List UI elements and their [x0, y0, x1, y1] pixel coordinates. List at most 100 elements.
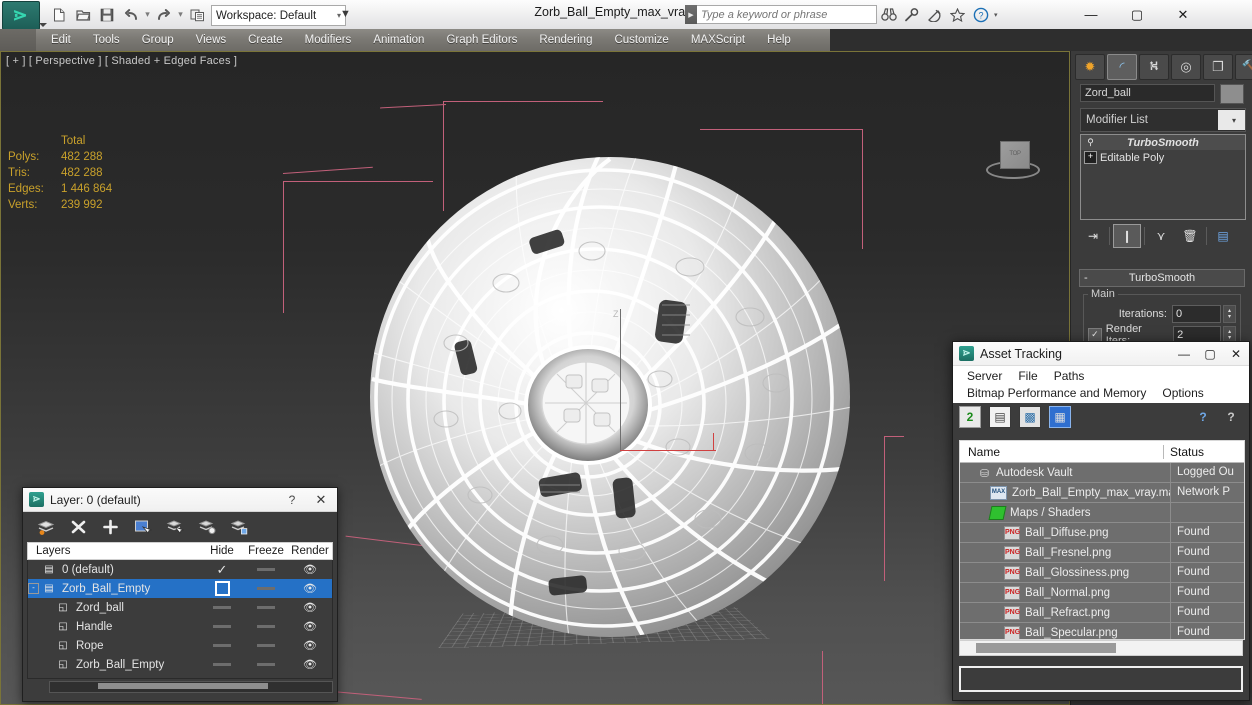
- window-minimize-button[interactable]: —: [1068, 0, 1114, 29]
- asset-row[interactable]: PNG Ball_Specular.png Found: [960, 623, 1244, 639]
- modifier-stack-item[interactable]: + Editable Poly: [1081, 150, 1245, 165]
- layer-hide-cell[interactable]: [200, 644, 244, 647]
- render-eye-icon[interactable]: 👁: [303, 620, 317, 633]
- transform-gizmo-z-axis[interactable]: [620, 309, 621, 451]
- asset-menu-server[interactable]: Server: [959, 369, 1010, 383]
- show-end-result-button[interactable]: ❙: [1113, 224, 1141, 248]
- layer-render-cell[interactable]: 👁: [288, 601, 332, 614]
- add-selection-to-layer-button[interactable]: [197, 518, 216, 537]
- layer-row[interactable]: ◱ Zord_ball 👁: [28, 598, 332, 617]
- render-iters-checkbox[interactable]: ✓: [1088, 327, 1102, 342]
- object-name-field[interactable]: Zord_ball: [1080, 84, 1216, 102]
- asset-tracking-titlebar[interactable]: ⋗ Asset Tracking — ▢ ✕: [953, 342, 1249, 366]
- satellite-dish-icon[interactable]: [924, 4, 945, 25]
- layer-hide-cell[interactable]: [200, 581, 244, 596]
- viewport-label[interactable]: [ + ] [ Perspective ] [ Shaded + Edged F…: [6, 55, 237, 67]
- binoculars-icon[interactable]: [878, 4, 899, 25]
- help-question-icon[interactable]: ?: [1221, 407, 1241, 427]
- rollout-collapse-icon[interactable]: -: [1084, 272, 1088, 284]
- utilities-tab[interactable]: 🔨: [1235, 54, 1252, 80]
- asset-row[interactable]: MAX Zorb_Ball_Empty_max_vray.max Network P: [960, 483, 1244, 503]
- modify-tab[interactable]: ◜: [1107, 54, 1137, 80]
- layer-dialog-help-button[interactable]: ?: [279, 493, 305, 507]
- asset-tracking-maximize-button[interactable]: ▢: [1197, 342, 1223, 365]
- layer-row[interactable]: ◱ Rope 👁: [28, 636, 332, 655]
- layer-freeze-cell[interactable]: [244, 644, 288, 647]
- layer-freeze-cell[interactable]: [244, 587, 288, 590]
- menu-item-maxscript[interactable]: MAXScript: [680, 29, 756, 51]
- layer-freeze-cell[interactable]: [244, 663, 288, 666]
- delete-layer-button[interactable]: [69, 518, 88, 537]
- search-key-icon[interactable]: [901, 4, 922, 25]
- create-new-layer-button[interactable]: [37, 518, 56, 537]
- layer-render-cell[interactable]: 👁: [288, 658, 332, 671]
- help-pointer-icon[interactable]: ?: [1193, 407, 1213, 427]
- asset-row[interactable]: PNG Ball_Fresnel.png Found: [960, 543, 1244, 563]
- layer-render-cell[interactable]: 👁: [288, 582, 332, 595]
- layer-freeze-cell[interactable]: [244, 568, 288, 571]
- modifier-stack-item[interactable]: ⚲ TurboSmooth: [1081, 135, 1245, 150]
- layer-hide-cell[interactable]: ✓: [200, 562, 244, 578]
- render-eye-icon[interactable]: 👁: [303, 563, 317, 576]
- asset-tracking-table[interactable]: Name Status ⛁ Autodesk Vault Logged Ou MAX Z…: [959, 440, 1245, 640]
- object-color-swatch[interactable]: [1220, 84, 1244, 104]
- lightbulb-icon[interactable]: ⚲: [1084, 136, 1097, 149]
- layer-expander-icon[interactable]: -: [28, 583, 39, 594]
- rollout-header[interactable]: - TurboSmooth: [1079, 269, 1245, 287]
- asset-row[interactable]: PNG Ball_Refract.png Found: [960, 603, 1244, 623]
- asset-horizontal-scrollbar[interactable]: [959, 640, 1243, 656]
- layer-hide-cell[interactable]: [200, 663, 244, 666]
- layer-row[interactable]: ▤ 0 (default) ✓ 👁: [28, 560, 332, 579]
- asset-tracking-minimize-button[interactable]: —: [1171, 342, 1197, 365]
- modifier-stack[interactable]: ⚲ TurboSmooth + Editable Poly: [1080, 134, 1246, 220]
- remove-modifier-button[interactable]: 🗑: [1177, 225, 1203, 247]
- expand-plus-icon[interactable]: +: [1084, 151, 1097, 164]
- layer-table-body[interactable]: ▤ 0 (default) ✓ 👁 - ▤ Zorb_Ball_Empty 👁 ◱ Zord_ba…: [27, 560, 333, 679]
- menu-item-help[interactable]: Help: [756, 29, 802, 51]
- list-view-icon[interactable]: ▤: [989, 406, 1011, 428]
- layer-scrollbar-thumb[interactable]: [98, 683, 268, 689]
- asset-row[interactable]: ⛁ Autodesk Vault Logged Ou: [960, 463, 1244, 483]
- layer-render-cell[interactable]: 👁: [288, 639, 332, 652]
- display-tab[interactable]: ❐: [1203, 54, 1233, 80]
- thumbnail-view-icon[interactable]: ▩: [1019, 406, 1041, 428]
- chevron-down-icon[interactable]: ▾: [1218, 110, 1245, 130]
- layer-dialog-close-button[interactable]: ✕: [305, 492, 337, 508]
- asset-menu-paths[interactable]: Paths: [1046, 369, 1093, 383]
- menu-item-modifiers[interactable]: Modifiers: [294, 29, 363, 51]
- window-maximize-button[interactable]: ▢: [1114, 0, 1160, 29]
- asset-tracking-close-button[interactable]: ✕: [1223, 342, 1249, 365]
- layer-dialog[interactable]: ⋗ Layer: 0 (default) ? ✕ Layers Hide Fre…: [22, 487, 338, 702]
- add-layer-button[interactable]: [101, 518, 120, 537]
- search-box[interactable]: ▶: [685, 5, 877, 24]
- layer-render-cell[interactable]: 👁: [288, 563, 332, 576]
- search-input[interactable]: [697, 5, 877, 24]
- layer-row[interactable]: ◱ Handle 👁: [28, 617, 332, 636]
- set-current-layer-button[interactable]: [229, 518, 248, 537]
- render-eye-icon[interactable]: 👁: [303, 601, 317, 614]
- zorb-ball-mesh[interactable]: [360, 147, 870, 657]
- parameter-value-field[interactable]: 0: [1172, 304, 1221, 323]
- asset-menu-bitmap-performance-and-memory[interactable]: Bitmap Performance and Memory: [959, 386, 1154, 400]
- menu-item-graph-editors[interactable]: Graph Editors: [435, 29, 528, 51]
- help-caret-icon[interactable]: ▾: [994, 11, 998, 19]
- render-eye-icon[interactable]: 👁: [303, 639, 317, 652]
- layer-render-cell[interactable]: 👁: [288, 620, 332, 633]
- layer-horizontal-scrollbar[interactable]: [49, 681, 333, 693]
- layer-row[interactable]: ◱ Zorb_Ball_Empty 👁: [28, 655, 332, 674]
- layer-freeze-cell[interactable]: [244, 625, 288, 628]
- layer-hide-cell[interactable]: [200, 625, 244, 628]
- render-eye-icon[interactable]: 👁: [303, 582, 317, 595]
- search-arrow-icon[interactable]: ▶: [685, 5, 697, 24]
- make-unique-button[interactable]: ⋎: [1148, 225, 1174, 247]
- layer-dialog-titlebar[interactable]: ⋗ Layer: 0 (default) ? ✕: [23, 488, 337, 512]
- render-eye-icon[interactable]: 👁: [303, 658, 317, 671]
- grid-view-icon[interactable]: ▦: [1049, 406, 1071, 428]
- asset-row[interactable]: PNG Ball_Glossiness.png Found: [960, 563, 1244, 583]
- motion-tab[interactable]: ◎: [1171, 54, 1201, 80]
- help-icon[interactable]: ?: [970, 4, 991, 25]
- asset-menu-options[interactable]: Options: [1154, 386, 1211, 400]
- pin-stack-button[interactable]: ⇥: [1080, 225, 1106, 247]
- layer-freeze-cell[interactable]: [244, 606, 288, 609]
- menu-item-animation[interactable]: Animation: [362, 29, 435, 51]
